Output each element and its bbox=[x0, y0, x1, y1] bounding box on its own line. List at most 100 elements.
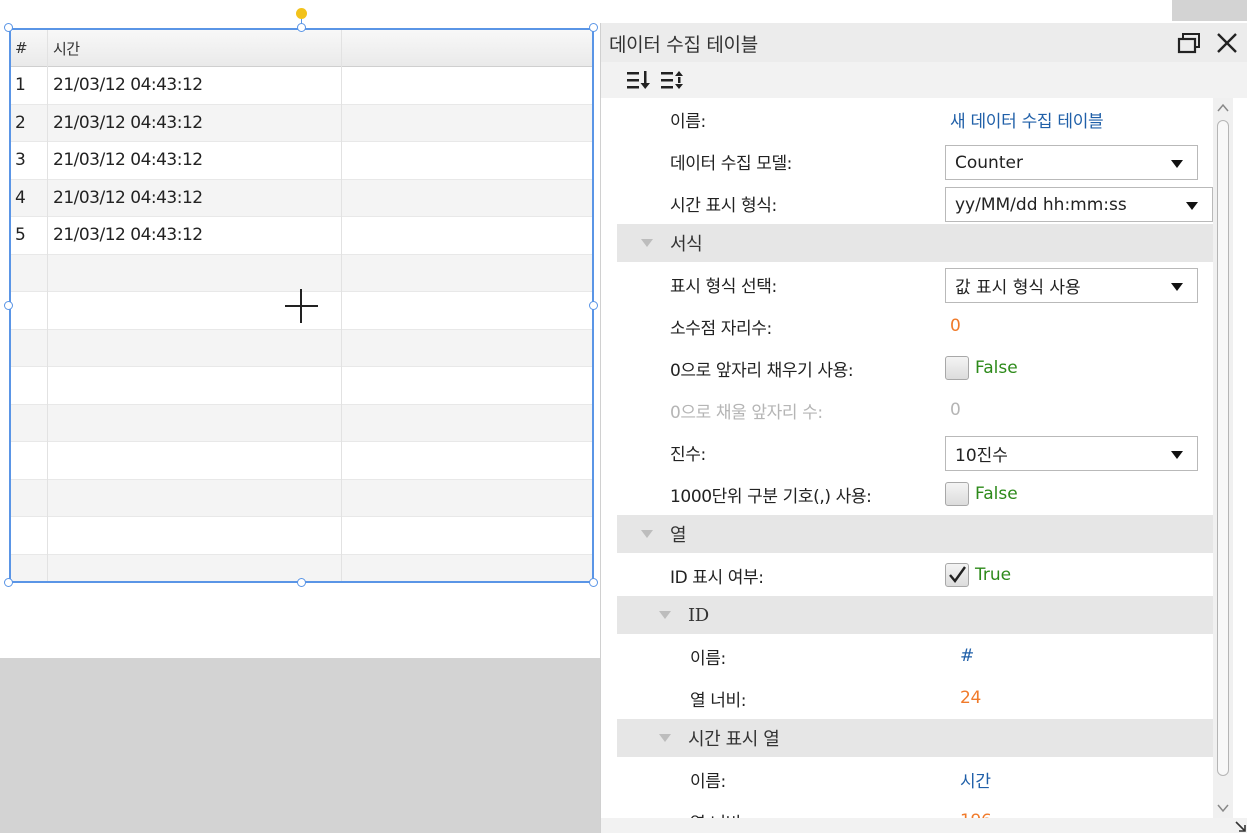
property-grid: 이름: 새 데이터 수집 테이블 데이터 수집 모델: Counter 시간 표… bbox=[617, 98, 1213, 818]
property-scrollbar[interactable] bbox=[1213, 98, 1233, 818]
prop-label: 이름: bbox=[690, 648, 726, 669]
panel-bottom-bar bbox=[601, 818, 1247, 833]
table-row: 3 21/03/12 04:43:12 bbox=[11, 142, 592, 180]
prop-row-thousand-separator: 1000단위 구분 기호(,) 사용: False bbox=[617, 473, 1213, 515]
resize-grip-svg bbox=[1235, 821, 1246, 832]
prop-row-time-width: 열 너비: 196 bbox=[617, 800, 1213, 818]
column-divider bbox=[47, 30, 48, 581]
sort-category-icon bbox=[627, 71, 650, 89]
rotation-handle[interactable] bbox=[296, 8, 307, 19]
collapse-arrow-icon[interactable] bbox=[641, 530, 653, 538]
resize-handle-bottom[interactable] bbox=[297, 578, 306, 587]
sort-alphabetical-button[interactable] bbox=[659, 69, 685, 91]
time-column-width-value[interactable]: 196 bbox=[960, 800, 992, 818]
panel-toolbar bbox=[601, 62, 1247, 98]
table-row: 2 21/03/12 04:43:12 bbox=[11, 104, 592, 142]
resize-handle-top-left[interactable] bbox=[4, 23, 13, 32]
resize-handle-bottom-left[interactable] bbox=[4, 578, 13, 587]
table-row-empty bbox=[11, 479, 592, 517]
restore-icon bbox=[1177, 33, 1200, 54]
category-label: 서식 bbox=[670, 234, 703, 255]
zero-pad-checkbox[interactable] bbox=[945, 356, 969, 380]
column-header-time: 시간 bbox=[53, 39, 80, 58]
model-dropdown[interactable]: Counter bbox=[945, 145, 1198, 180]
prop-label: 0으로 앞자리 채우기 사용: bbox=[670, 360, 854, 381]
prop-row-show-id: ID 표시 여부: True bbox=[617, 554, 1213, 596]
cell-time: 21/03/12 04:43:12 bbox=[53, 187, 203, 208]
zero-pad-count-value: 0 bbox=[950, 400, 961, 420]
property-panel: 데이터 수집 테이블 이름: 새 데이터 수집 테이블 데이터 수집 모델: C… bbox=[600, 23, 1247, 833]
cell-id: 1 bbox=[15, 75, 26, 96]
decimal-value[interactable]: 0 bbox=[950, 305, 961, 347]
close-panel-button[interactable] bbox=[1215, 32, 1239, 54]
table-row: 4 21/03/12 04:43:12 bbox=[11, 179, 592, 217]
dropdown-value: 값 표시 형식 사용 bbox=[955, 278, 1081, 298]
scroll-up-button[interactable] bbox=[1213, 98, 1233, 118]
prop-row-time-format: 시간 표시 형식: yy/MM/dd hh:mm:ss bbox=[617, 182, 1213, 224]
prop-row-model: 데이터 수집 모델: Counter bbox=[617, 140, 1213, 182]
resize-handle-bottom-right[interactable] bbox=[589, 578, 598, 587]
dropdown-value: Counter bbox=[955, 152, 1023, 173]
resize-grip-icon[interactable] bbox=[1233, 818, 1247, 832]
prop-row-time-name: 이름: 시간 bbox=[617, 758, 1213, 800]
table-row-empty bbox=[11, 517, 592, 555]
sort-by-category-button[interactable] bbox=[625, 69, 651, 91]
canvas-background bbox=[0, 658, 600, 833]
cell-id: 3 bbox=[15, 150, 26, 171]
time-format-dropdown[interactable]: yy/MM/dd hh:mm:ss bbox=[945, 187, 1213, 222]
sort-alphabetical-icon bbox=[661, 71, 683, 89]
display-format-dropdown[interactable]: 값 표시 형식 사용 bbox=[945, 268, 1198, 303]
time-column-name-value[interactable]: 시간 bbox=[960, 758, 991, 800]
checkbox-value: True bbox=[975, 565, 1012, 585]
category-time-column[interactable]: 시간 표시 열 bbox=[617, 719, 1213, 757]
restore-window-button[interactable] bbox=[1177, 32, 1201, 54]
resize-handle-left[interactable] bbox=[4, 301, 13, 310]
cell-time: 21/03/12 04:43:12 bbox=[53, 112, 203, 133]
show-id-checkbox[interactable] bbox=[945, 563, 969, 587]
table-name-value[interactable]: 새 데이터 수집 테이블 bbox=[950, 98, 1104, 140]
table-row: 5 21/03/12 04:43:12 bbox=[11, 217, 592, 255]
category-id-column[interactable]: ID bbox=[617, 596, 1213, 634]
panel-title-bar[interactable]: 데이터 수집 테이블 bbox=[601, 23, 1247, 62]
radix-dropdown[interactable]: 10진수 bbox=[945, 436, 1198, 471]
table-row-empty bbox=[11, 404, 592, 442]
prop-label: 1000단위 구분 기호(,) 사용: bbox=[670, 486, 872, 507]
collapse-arrow-icon[interactable] bbox=[659, 734, 671, 742]
chevron-down-icon bbox=[1217, 804, 1229, 813]
background-area bbox=[1172, 0, 1247, 21]
resize-handle-right[interactable] bbox=[589, 301, 598, 310]
panel-title: 데이터 수집 테이블 bbox=[609, 34, 758, 56]
collapse-arrow-icon[interactable] bbox=[659, 611, 671, 619]
dropdown-value: yy/MM/dd hh:mm:ss bbox=[955, 194, 1127, 215]
resize-handle-top-right[interactable] bbox=[589, 23, 598, 32]
dropdown-arrow-icon bbox=[1171, 160, 1183, 168]
thousand-separator-checkbox[interactable] bbox=[945, 482, 969, 506]
collapse-arrow-icon[interactable] bbox=[641, 239, 653, 247]
scroll-down-button[interactable] bbox=[1213, 798, 1233, 818]
id-column-width-value[interactable]: 24 bbox=[960, 677, 981, 719]
table-row-empty bbox=[11, 329, 592, 367]
prop-label: 소수점 자리수: bbox=[670, 318, 772, 339]
prop-row-name: 이름: 새 데이터 수집 테이블 bbox=[617, 98, 1213, 140]
id-column-name-value[interactable]: # bbox=[960, 635, 974, 677]
prop-row-display-format: 표시 형식 선택: 값 표시 형식 사용 bbox=[617, 263, 1213, 305]
prop-label: 열 너비: bbox=[690, 800, 746, 819]
checkmark-icon bbox=[949, 566, 966, 583]
cell-time: 21/03/12 04:43:12 bbox=[53, 150, 203, 171]
prop-label: 이름: bbox=[670, 111, 706, 132]
prop-row-radix: 진수: 10진수 bbox=[617, 431, 1213, 473]
dropdown-value: 10진수 bbox=[955, 446, 1008, 466]
table-row-empty bbox=[11, 367, 592, 405]
table-row-empty bbox=[11, 254, 592, 292]
category-columns[interactable]: 열 bbox=[617, 515, 1213, 553]
resize-handle-top[interactable] bbox=[297, 23, 306, 32]
cell-time: 21/03/12 04:43:12 bbox=[53, 75, 203, 96]
category-format[interactable]: 서식 bbox=[617, 224, 1213, 262]
prop-row-id-name: 이름: # bbox=[617, 635, 1213, 677]
chevron-up-icon bbox=[1217, 103, 1229, 112]
cell-time: 21/03/12 04:43:12 bbox=[53, 225, 203, 246]
prop-label: 진수: bbox=[670, 444, 706, 465]
column-header-id: # bbox=[15, 39, 28, 57]
scroll-thumb[interactable] bbox=[1217, 120, 1229, 776]
column-divider bbox=[341, 30, 342, 581]
